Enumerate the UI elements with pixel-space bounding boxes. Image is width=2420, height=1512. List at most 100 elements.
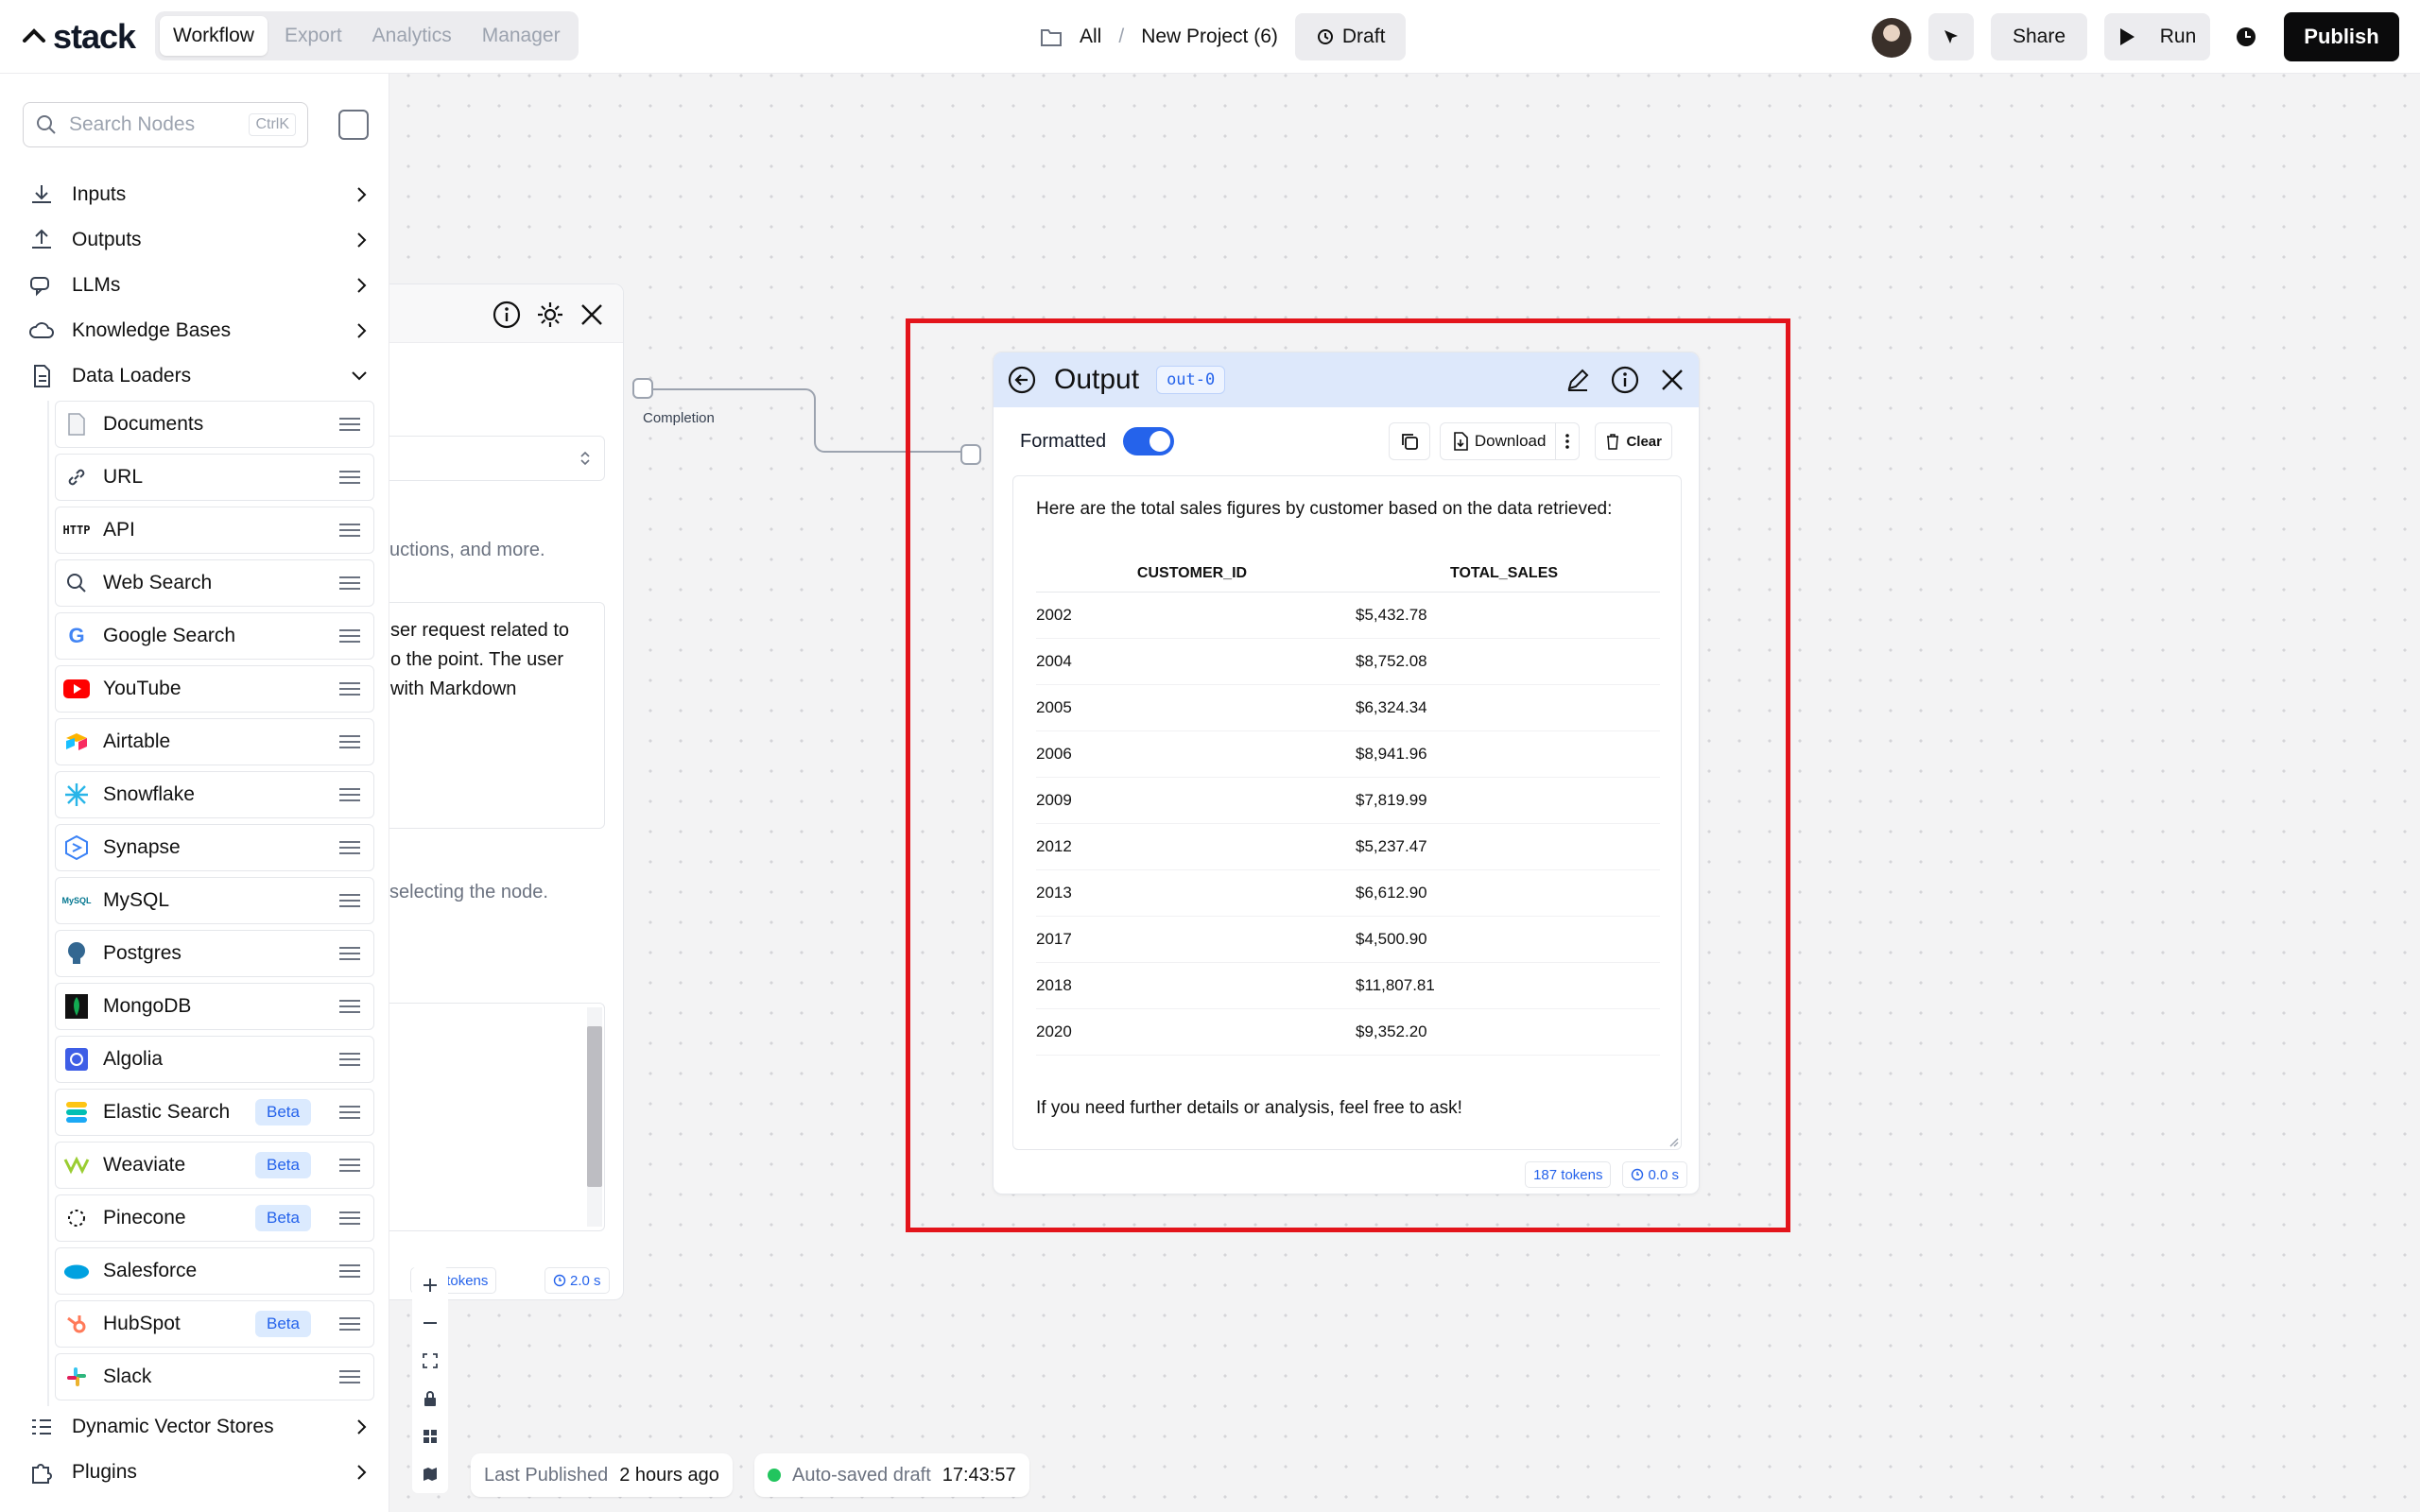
output-preview-area[interactable] xyxy=(389,1003,605,1231)
data-loader-label: Web Search xyxy=(103,572,213,593)
grid-button[interactable] xyxy=(412,1418,448,1455)
data-loader-pinecone[interactable]: Pinecone Beta xyxy=(55,1194,374,1242)
model-select[interactable] xyxy=(389,436,605,481)
drag-handle-icon[interactable] xyxy=(339,1049,360,1070)
fit-view-button[interactable] xyxy=(412,1342,448,1380)
drag-handle-icon[interactable] xyxy=(339,837,360,858)
category-knowledge-bases[interactable]: Knowledge Bases xyxy=(28,310,369,352)
document-icon xyxy=(63,411,90,438)
drag-handle-icon[interactable] xyxy=(339,1366,360,1387)
data-loader-elastic-search[interactable]: Elastic Search Beta xyxy=(55,1089,374,1136)
breadcrumb-all[interactable]: All xyxy=(1080,26,1101,48)
project-name[interactable]: New Project (6) xyxy=(1141,26,1278,48)
drag-handle-icon[interactable] xyxy=(339,1261,360,1281)
drag-handle-icon[interactable] xyxy=(339,784,360,805)
drag-handle-icon[interactable] xyxy=(339,996,360,1017)
data-loader-postgres[interactable]: Postgres xyxy=(55,930,374,977)
status-dot xyxy=(768,1469,781,1482)
data-loader-label: Snowflake xyxy=(103,783,195,805)
data-loader-hubspot[interactable]: HubSpot Beta xyxy=(55,1300,374,1348)
minimap-button[interactable] xyxy=(412,1455,448,1493)
zoom-out-button[interactable] xyxy=(412,1304,448,1342)
data-loader-documents[interactable]: Documents xyxy=(55,401,374,448)
tab-analytics[interactable]: Analytics xyxy=(359,16,465,56)
tab-workflow[interactable]: Workflow xyxy=(160,16,268,56)
drag-handle-icon[interactable] xyxy=(339,626,360,646)
autosave-label: Auto-saved draft xyxy=(792,1464,931,1486)
drag-handle-icon[interactable] xyxy=(339,1314,360,1334)
collapse-sidebar-icon[interactable] xyxy=(338,110,369,140)
category-dynamic-vector-stores[interactable]: Dynamic Vector Stores xyxy=(28,1406,369,1448)
run-button[interactable]: Run xyxy=(2104,13,2210,60)
chevron-right-icon xyxy=(357,187,367,202)
publish-button[interactable]: Publish xyxy=(2284,12,2399,61)
cursor-mode-button[interactable] xyxy=(1928,13,1974,60)
drag-handle-icon[interactable] xyxy=(339,679,360,699)
category-data-loaders[interactable]: Data Loaders xyxy=(28,355,369,397)
category-plugins[interactable]: Plugins xyxy=(28,1452,369,1493)
category-label: Outputs xyxy=(72,229,142,250)
drag-handle-icon[interactable] xyxy=(339,1155,360,1176)
data-loader-salesforce[interactable]: Salesforce xyxy=(55,1247,374,1295)
close-icon[interactable] xyxy=(579,301,605,328)
data-loader-api[interactable]: HTTP API xyxy=(55,507,374,554)
map-icon xyxy=(424,1468,437,1481)
minus-icon xyxy=(424,1322,437,1324)
data-loader-airtable[interactable]: Airtable xyxy=(55,718,374,765)
draft-button[interactable]: Draft xyxy=(1294,13,1407,60)
data-loader-label: Synapse xyxy=(103,836,181,858)
drag-handle-icon[interactable] xyxy=(339,1208,360,1228)
drag-handle-icon[interactable] xyxy=(339,731,360,752)
zoom-in-button[interactable] xyxy=(412,1266,448,1304)
plus-icon xyxy=(424,1279,437,1292)
avatar[interactable] xyxy=(1872,18,1911,58)
logo[interactable]: stack xyxy=(21,17,136,57)
data-loader-snowflake[interactable]: Snowflake xyxy=(55,771,374,818)
scrollbar[interactable] xyxy=(587,1007,602,1227)
canvas-controls xyxy=(412,1266,448,1493)
data-loader-google-search[interactable]: G Google Search xyxy=(55,612,374,660)
data-loader-algolia[interactable]: Algolia xyxy=(55,1036,374,1083)
drag-handle-icon[interactable] xyxy=(339,943,360,964)
info-icon[interactable] xyxy=(492,300,522,330)
category-label: Dynamic Vector Stores xyxy=(72,1416,274,1437)
gear-icon[interactable] xyxy=(535,300,565,330)
data-loader-label: MongoDB xyxy=(103,995,192,1017)
drag-handle-icon[interactable] xyxy=(339,890,360,911)
category-inputs[interactable]: Inputs xyxy=(28,174,369,215)
data-loader-synapse[interactable]: Synapse xyxy=(55,824,374,871)
beta-badge: Beta xyxy=(255,1099,311,1125)
drag-handle-icon[interactable] xyxy=(339,467,360,488)
tab-manager[interactable]: Manager xyxy=(469,16,574,56)
postgres-icon xyxy=(63,940,90,967)
data-loader-web-search[interactable]: Web Search xyxy=(55,559,374,607)
list-icon xyxy=(32,1419,51,1435)
category-llms[interactable]: LLMs xyxy=(28,265,369,306)
drag-handle-icon[interactable] xyxy=(339,573,360,593)
data-loader-weaviate[interactable]: Weaviate Beta xyxy=(55,1142,374,1189)
data-loader-url[interactable]: URL xyxy=(55,454,374,501)
lock-button[interactable] xyxy=(412,1380,448,1418)
llm-node[interactable]: uctions, and more. ser request related t… xyxy=(389,284,624,1300)
data-loader-slack[interactable]: Slack xyxy=(55,1353,374,1400)
data-loader-label: MySQL xyxy=(103,889,170,911)
category-outputs[interactable]: Outputs xyxy=(28,219,369,261)
prompt-textarea[interactable]: ser request related to o the point. The … xyxy=(389,602,605,829)
tab-export[interactable]: Export xyxy=(271,16,355,56)
data-loader-youtube[interactable]: YouTube xyxy=(55,665,374,713)
folder-icon[interactable] xyxy=(1040,26,1063,47)
history-button[interactable] xyxy=(2223,13,2269,60)
snowflake-icon xyxy=(63,782,90,808)
search-input[interactable]: Search Nodes CtrlK xyxy=(23,102,308,147)
drag-handle-icon[interactable] xyxy=(339,414,360,435)
output-handle[interactable] xyxy=(632,378,653,399)
drag-handle-icon[interactable] xyxy=(339,1102,360,1123)
google-icon: G xyxy=(68,624,85,647)
edge-label: Completion xyxy=(643,410,715,426)
chevron-right-icon xyxy=(357,1465,367,1480)
chevron-right-icon xyxy=(357,323,367,338)
share-button[interactable]: Share xyxy=(1991,13,2087,60)
drag-handle-icon[interactable] xyxy=(339,520,360,541)
data-loader-mysql[interactable]: MySQL MySQL xyxy=(55,877,374,924)
data-loader-mongodb[interactable]: MongoDB xyxy=(55,983,374,1030)
